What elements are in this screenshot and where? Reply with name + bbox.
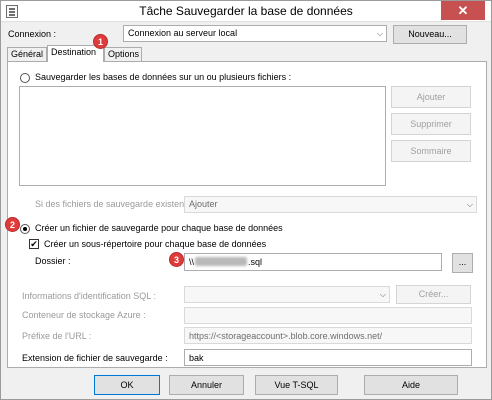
folder-label: Dossier : <box>35 256 71 266</box>
help-button[interactable]: Aide <box>364 375 458 395</box>
tab-options[interactable]: Options <box>104 47 142 61</box>
connection-select-value: Connexion au serveur local <box>128 28 238 38</box>
title-bar: Tâche Sauvegarder la base de données ✕ <box>1 1 491 22</box>
create-file-per-db-radio[interactable] <box>20 224 30 234</box>
azure-container-input[interactable] <box>184 307 472 324</box>
folder-input[interactable]: \\ .sql <box>184 253 442 271</box>
create-file-per-db-label: Créer un fichier de sauvegarde pour chaq… <box>35 223 283 233</box>
ok-button[interactable]: OK <box>94 375 160 395</box>
backup-task-dialog: Tâche Sauvegarder la base de données ✕ C… <box>0 0 492 400</box>
destination-panel: Sauvegarder les bases de données sur un … <box>7 61 487 368</box>
chevron-down-icon: ⌵ <box>466 200 473 209</box>
azure-container-label: Conteneur de stockage Azure : <box>22 310 146 320</box>
sql-credentials-label: Informations d'identification SQL : <box>22 291 156 301</box>
extension-input[interactable]: bak <box>184 349 472 366</box>
close-button[interactable]: ✕ <box>441 1 485 20</box>
folder-value-suffix: .sql <box>248 257 263 267</box>
annotation-badge-1: 1 <box>93 34 108 49</box>
sql-credentials-select[interactable]: ⌵ <box>184 286 390 303</box>
chevron-down-icon: ⌵ <box>376 29 383 38</box>
create-subdirectory-label: Créer un sous-répertoire pour chaque bas… <box>44 239 267 249</box>
if-exists-label: Si des fichiers de sauvegarde existent : <box>35 199 192 209</box>
url-prefix-label: Préfixe de l'URL : <box>22 331 92 341</box>
tab-general[interactable]: Général <box>7 47 47 61</box>
url-prefix-input[interactable]: https://<storageaccount>.blob.core.windo… <box>184 327 472 344</box>
browse-folder-button[interactable]: ... <box>452 253 473 273</box>
view-tsql-button[interactable]: Vue T-SQL <box>255 375 338 395</box>
summary-button[interactable]: Sommaire <box>391 140 471 162</box>
remove-button[interactable]: Supprimer <box>391 113 471 135</box>
if-exists-select[interactable]: Ajouter ⌵ <box>184 196 477 213</box>
annotation-badge-3: 3 <box>169 252 184 267</box>
new-connection-button[interactable]: Nouveau... <box>393 25 467 44</box>
connection-select[interactable]: Connexion au serveur local ⌵ <box>123 25 387 42</box>
backup-multiple-label: Sauvegarder les bases de données sur un … <box>35 72 292 82</box>
if-exists-value: Ajouter <box>189 199 218 209</box>
window-title: Tâche Sauvegarder la base de données <box>139 4 353 18</box>
chevron-down-icon: ⌵ <box>379 290 386 299</box>
backup-files-listbox[interactable] <box>19 86 386 186</box>
create-subdirectory-checkbox[interactable]: ✔ <box>29 239 39 249</box>
extension-label: Extension de fichier de sauvegarde : <box>22 353 168 363</box>
add-button[interactable]: Ajouter <box>391 86 471 108</box>
folder-value-prefix: \\ <box>189 257 195 267</box>
backup-multiple-radio[interactable] <box>20 73 30 83</box>
cancel-button[interactable]: Annuler <box>169 375 244 395</box>
redacted-path <box>195 257 248 266</box>
annotation-badge-2: 2 <box>5 217 20 232</box>
connection-label: Connexion : <box>8 29 57 39</box>
create-credentials-button[interactable]: Créer... <box>396 285 471 304</box>
checkmark-icon: ✔ <box>30 239 38 249</box>
